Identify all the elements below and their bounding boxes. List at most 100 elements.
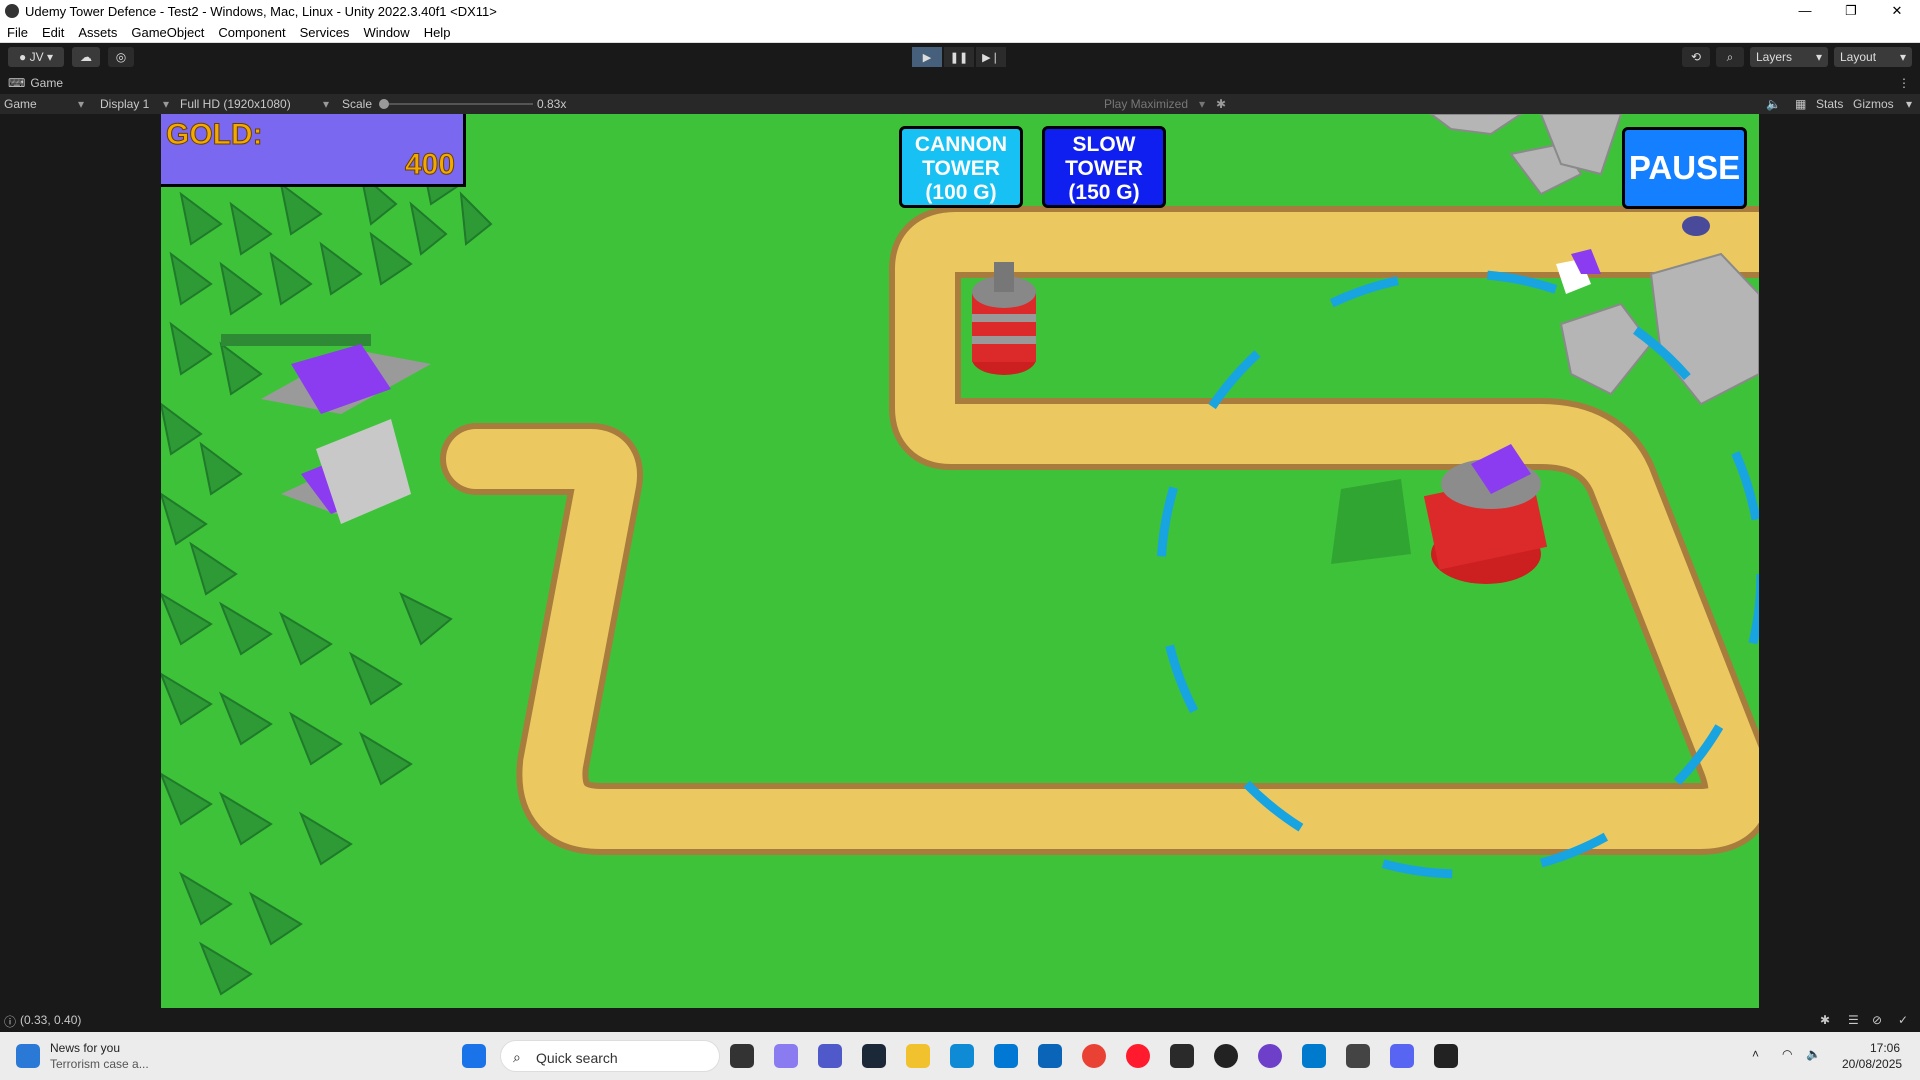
account-label: JV [29, 50, 44, 64]
edge-icon[interactable] [950, 1044, 974, 1068]
chevron-up-icon[interactable]: ˄ [1752, 1047, 1759, 1061]
audio-icon[interactable]: 🔈 [1766, 97, 1781, 111]
search-placeholder: Quick search [536, 1050, 618, 1066]
slow-tower-button[interactable]: SLOW TOWER (150 G) [1042, 126, 1166, 208]
debug-icon[interactable]: ✱ [1820, 1013, 1830, 1027]
menu-help[interactable]: Help [417, 25, 458, 40]
menu-component[interactable]: Component [211, 25, 292, 40]
display-dropdown[interactable]: Display 1 [100, 97, 149, 111]
pause-editor-button[interactable]: ❚❚ [944, 47, 974, 67]
chevron-down-icon: ▾ [1199, 97, 1206, 111]
search-icon: ⌕ [513, 1049, 521, 1065]
store-icon[interactable] [994, 1044, 1018, 1068]
play-maximized-dropdown[interactable]: Play Maximized [1104, 97, 1188, 111]
file-explorer-icon[interactable] [906, 1044, 930, 1068]
gold-panel: GOLD: 400 [161, 114, 466, 187]
opera-icon[interactable] [1126, 1044, 1150, 1068]
gold-value: 400 [404, 148, 455, 182]
account-dropdown[interactable]: ● JV ▾ [8, 47, 64, 67]
bug-icon[interactable]: ✱ [1216, 97, 1226, 111]
window-title: Udemy Tower Defence - Test2 - Windows, M… [25, 3, 497, 19]
unity-editor-icon[interactable] [1434, 1044, 1458, 1068]
enemy-castle [221, 334, 431, 524]
start-icon[interactable] [462, 1044, 486, 1068]
task-view-icon[interactable] [730, 1044, 754, 1068]
status-bar: ⓘ (0.33, 0.40) ✱ ☰ ⊘ ✓ [0, 1008, 1920, 1032]
chevron-down-icon: ▾ [43, 50, 53, 64]
close-button[interactable]: ✕ [1874, 0, 1920, 22]
game-app-icon[interactable] [1170, 1044, 1194, 1068]
play-button[interactable]: ▶ [912, 47, 942, 67]
scale-slider[interactable] [379, 99, 533, 109]
menu-gameobject[interactable]: GameObject [124, 25, 211, 40]
main-toolbar: ● JV ▾ ☁ ◎ ▶ ❚❚ ▶❘ ⟲ ⌕ Layers ▾ Layout ▾ [0, 43, 1920, 72]
github-desktop-icon[interactable] [1258, 1044, 1282, 1068]
view-dropdown[interactable]: Game [4, 97, 37, 111]
step-button[interactable]: ▶❘ [976, 47, 1006, 67]
window-titlebar: Udemy Tower Defence - Test2 - Windows, M… [0, 0, 1920, 22]
play-icon: ▶ [922, 51, 932, 64]
news-subtitle[interactable]: Terrorism case a... [50, 1057, 149, 1071]
wifi-icon[interactable]: ◠ [1782, 1047, 1792, 1061]
news-icon[interactable] [16, 1044, 40, 1068]
gold-label: GOLD: [166, 118, 264, 152]
unity-hub-icon[interactable] [1346, 1044, 1370, 1068]
step-icon: ▶❘ [982, 51, 1000, 64]
maximize-button[interactable]: ❐ [1828, 0, 1874, 22]
menu-file[interactable]: File [0, 25, 35, 40]
cloud-icon[interactable]: ☁ [72, 47, 100, 67]
scale-label: Scale [342, 97, 373, 111]
chevron-down-icon: ▾ [1906, 97, 1913, 111]
layers-dropdown[interactable]: Layers ▾ [1750, 47, 1828, 67]
chevron-down-icon: ▾ [78, 97, 85, 111]
game-viewport[interactable]: GOLD: 400 CANNON TOWER (100 G) SLOW TOWE… [161, 114, 1759, 1008]
news-title[interactable]: News for you [50, 1041, 120, 1055]
chevron-down-icon: ▾ [163, 97, 170, 111]
vscode-icon[interactable] [1302, 1044, 1326, 1068]
copilot-icon[interactable] [774, 1044, 798, 1068]
game-view-toolbar: Game ▾ Display 1 ▾ Full HD (1920x1080) ▾… [0, 94, 1920, 114]
game-scene [161, 114, 1759, 996]
cannon-tower-button[interactable]: CANNON TOWER (100 G) [899, 126, 1023, 208]
menu-window[interactable]: Window [356, 25, 416, 40]
pause-button[interactable]: PAUSE [1622, 127, 1747, 209]
status-coords: (0.33, 0.40) [20, 1013, 82, 1027]
menu-bar: File Edit Assets GameObject Component Se… [0, 22, 1920, 43]
pause-icon: ❚❚ [949, 51, 969, 64]
enemy-unit-partial [1682, 216, 1710, 236]
account-icon: ● [19, 50, 30, 64]
scale-slider-handle[interactable] [379, 99, 389, 109]
game-tab[interactable]: ⌨ Game ⋮ [0, 72, 1920, 94]
menu-edit[interactable]: Edit [35, 25, 71, 40]
stack-icon[interactable]: ☰ [1848, 1013, 1859, 1027]
menu-services[interactable]: Services [293, 25, 357, 40]
volume-icon[interactable]: 🔈 [1806, 1047, 1821, 1061]
chatgpt-icon[interactable] [1214, 1044, 1238, 1068]
clock-date[interactable]: 20/08/2025 [1842, 1057, 1902, 1071]
discord-icon[interactable] [1390, 1044, 1414, 1068]
history-icon[interactable]: ⟲ [1682, 47, 1710, 67]
collab-icon[interactable]: ◎ [108, 47, 134, 67]
minimize-button[interactable]: — [1782, 0, 1828, 22]
search-icon[interactable]: ⌕ [1716, 47, 1744, 67]
check-icon[interactable]: ✓ [1898, 1013, 1908, 1027]
layers-label: Layers [1756, 50, 1793, 64]
steam-icon[interactable] [862, 1044, 886, 1068]
chevron-down-icon: ▾ [1899, 50, 1906, 64]
cannon-tower [972, 262, 1036, 375]
network-icon[interactable]: ⊘ [1872, 1013, 1882, 1027]
gizmos-dropdown[interactable]: Gizmos [1853, 97, 1894, 111]
stats-button[interactable]: Stats [1816, 97, 1843, 111]
chevron-down-icon: ▾ [1815, 50, 1822, 64]
chrome-icon[interactable] [1082, 1044, 1106, 1068]
resolution-dropdown[interactable]: Full HD (1920x1080) [180, 97, 291, 111]
grid-icon[interactable]: ▦ [1795, 97, 1806, 111]
outlook-icon[interactable] [1038, 1044, 1062, 1068]
search-box[interactable]: ⌕ Quick search [500, 1040, 720, 1072]
layout-dropdown[interactable]: Layout ▾ [1834, 47, 1912, 67]
forest [161, 151, 493, 996]
teams-icon[interactable] [818, 1044, 842, 1068]
clock-time[interactable]: 17:06 [1870, 1041, 1900, 1055]
menu-assets[interactable]: Assets [71, 25, 124, 40]
more-options-icon[interactable]: ⋮ [1898, 76, 1910, 90]
